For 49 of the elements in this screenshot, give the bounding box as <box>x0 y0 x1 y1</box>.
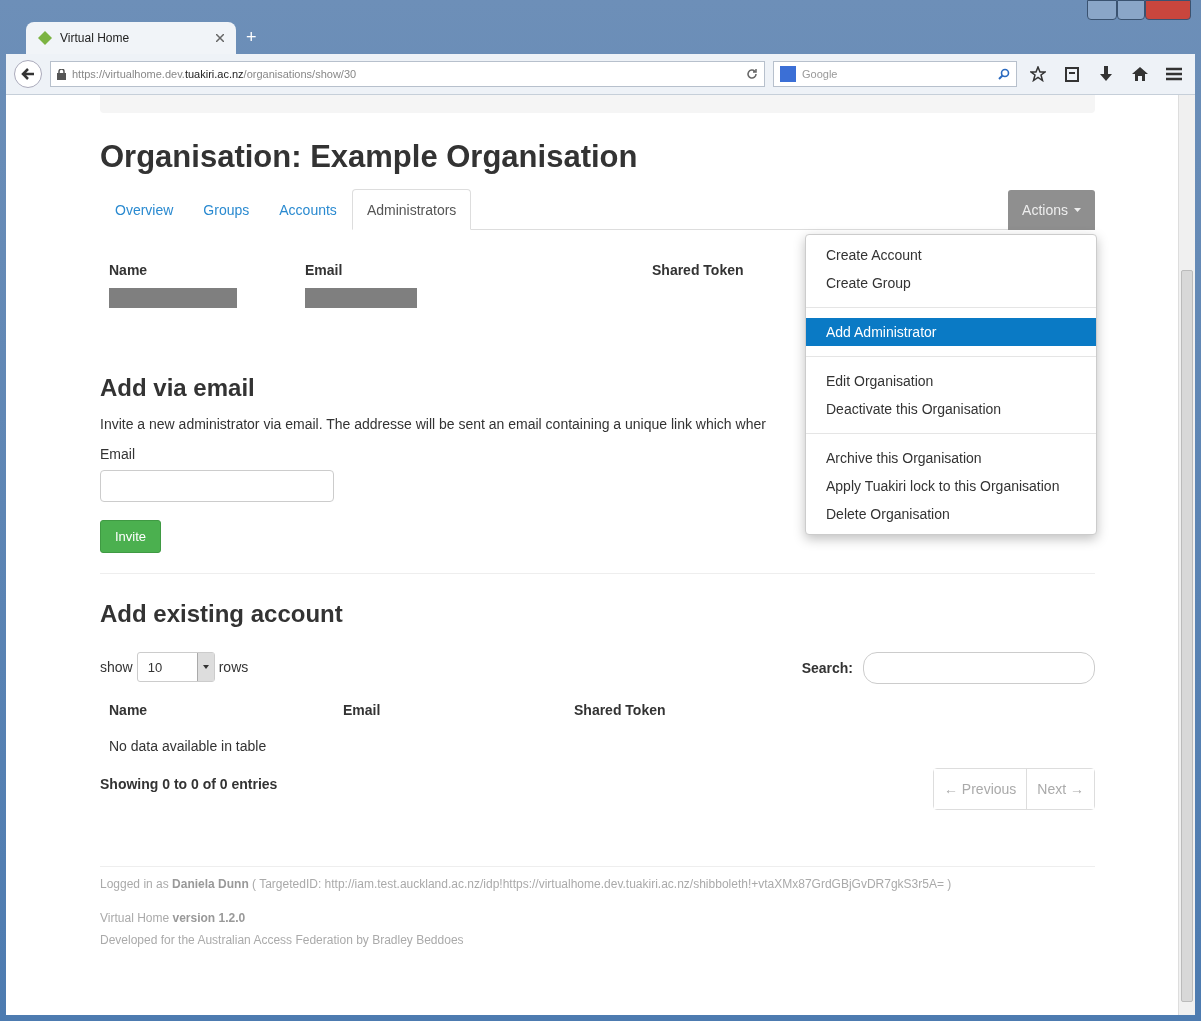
rows-label: rows <box>218 659 249 675</box>
column-header: Shared Token <box>574 701 666 720</box>
clipboard-icon[interactable] <box>1065 66 1079 82</box>
credit-text: Developed for the Australian Access Federation by Bradley Beddoes <box>100 933 465 947</box>
column-header: Email <box>343 701 381 720</box>
star-icon[interactable] <box>1030 66 1046 82</box>
menu-icon[interactable] <box>1166 67 1182 81</box>
login-info-text: Logged in as Daniela Dunn ( TargetedID: http://iam.test.auckland.ac.nz/idp!https://virtualhome.dev.tuakiri.ac.nz/shibboleth!+vtaXMx87GrdGBjGvDR7gkS3r5A= ) <box>100 877 953 891</box>
menu-item[interactable]: Archive this Organisation <box>806 444 1096 472</box>
menu-item[interactable]: Deactivate this Organisation <box>806 395 1096 423</box>
page-title: Organisation: Example Organisation <box>100 139 639 175</box>
show-label: show <box>100 659 133 675</box>
menu-item[interactable]: Create Account <box>806 241 1096 269</box>
section-heading: Add existing account <box>100 600 343 628</box>
page-size-select[interactable]: 10 <box>136 652 215 682</box>
download-icon[interactable] <box>1099 66 1113 82</box>
diamond-icon <box>38 31 52 45</box>
description-text: Invite a new administrator via email. The addresse will be sent an email containing a unique link which wher <box>100 416 767 432</box>
column-header: Shared Token <box>652 261 744 280</box>
reload-icon[interactable] <box>746 68 758 80</box>
version-text: Virtual Home version 1.2.0 <box>100 911 247 925</box>
menu-item[interactable]: Edit Organisation <box>806 367 1096 395</box>
maximize-button[interactable] <box>1117 0 1145 20</box>
minimize-button[interactable] <box>1087 0 1117 20</box>
column-header: Name <box>109 701 148 720</box>
back-button[interactable] <box>14 60 42 88</box>
empty-table-message: No data available in table <box>108 737 268 756</box>
close-icon[interactable] <box>216 34 224 42</box>
menu-item[interactable]: Apply Tuakiri lock to this Organisation <box>806 472 1096 500</box>
browser-tab[interactable]: Virtual Home <box>26 22 236 54</box>
caret-icon <box>202 665 209 669</box>
table-search-field[interactable] <box>863 652 1095 684</box>
column-header: Name <box>109 261 148 280</box>
page-tab[interactable]: Administrators <box>351 189 472 230</box>
menu-item[interactable]: Add Administrator <box>806 318 1096 346</box>
caret-icon <box>1074 208 1081 212</box>
lock-icon <box>57 68 66 80</box>
menu-item[interactable]: Create Group <box>806 269 1096 297</box>
email-field[interactable] <box>100 470 334 502</box>
field-label: Email <box>100 446 135 462</box>
section-heading: Add via email <box>100 374 255 402</box>
search-icon[interactable] <box>998 68 1010 80</box>
back-arrow-icon <box>21 67 35 81</box>
address-bar[interactable]: https://virtualhome.dev.tuakiri.ac.nz/organisations/show/30 <box>50 61 765 87</box>
column-header: Email <box>305 261 343 280</box>
menu-item[interactable]: Delete Organisation <box>806 500 1096 528</box>
search-label: Search: <box>801 660 853 676</box>
entries-info: Showing 0 to 0 of 0 entries <box>100 775 278 792</box>
home-icon[interactable] <box>1132 66 1148 82</box>
